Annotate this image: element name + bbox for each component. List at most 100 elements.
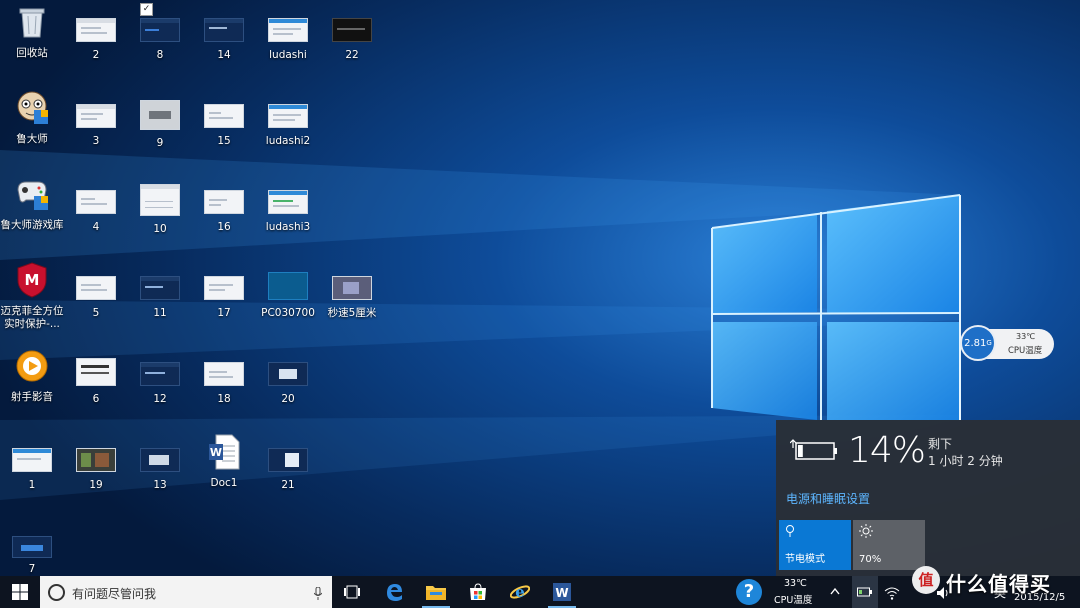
power-sleep-settings-link[interactable]: 电源和睡眠设置 (786, 490, 870, 507)
edge-browser-button[interactable] (374, 576, 414, 608)
watermark-text: 什么值得买 (946, 572, 1051, 596)
desktop-icon-label: 9 (156, 137, 164, 149)
show-hidden-icons-chevron-icon[interactable] (830, 584, 840, 598)
screenshot-thumbnail-icon (140, 362, 180, 386)
screenshot-thumbnail-icon (140, 100, 180, 130)
desktop-icon-file[interactable]: 14 (192, 0, 256, 80)
desktop-icon-ludashi[interactable]: 鲁大师 (0, 86, 64, 166)
desktop-icon-file[interactable]: ludashi (256, 0, 320, 80)
desktop-icon-mcafee[interactable]: M 迈克菲全方位 实时保护-... (0, 258, 64, 338)
desktop-icon-label: 17 (217, 307, 231, 319)
desktop-icon-file[interactable]: 13 (128, 430, 192, 510)
desktop-icon-label: ludashi (269, 49, 307, 61)
desktop-icon-file[interactable]: 1 (0, 430, 64, 510)
desktop-icon-label: 6 (92, 393, 100, 405)
desktop-icon-file[interactable]: 15 (192, 86, 256, 166)
battery-level-icon (789, 438, 838, 468)
desktop-icon-label: ludashi2 (265, 135, 311, 147)
task-view-icon (344, 585, 360, 599)
desktop-icon-label: 16 (217, 221, 231, 233)
photo-thumbnail-icon (76, 448, 116, 472)
desktop-icon-shooter-player[interactable]: 射手影音 (0, 344, 64, 424)
cpu-temperature-value: 33℃ (1016, 332, 1036, 341)
cpu-frequency-unit: G (986, 339, 992, 347)
tray-cpu-label: CPU温度 (774, 595, 813, 606)
cpu-frequency-gauge: 2.81 G (960, 325, 996, 361)
desktop-icon-file[interactable]: 20 (256, 344, 320, 424)
battery-saver-icon (785, 525, 795, 541)
desktop-icon-file[interactable]: ludashi3 (256, 172, 320, 252)
svg-text:W: W (555, 586, 568, 600)
microphone-icon[interactable] (313, 585, 323, 604)
desktop-icon-label: 鲁大师游戏库 (0, 219, 64, 231)
battery-flyout: 14% 剩下 1 小时 2 分钟 电源和睡眠设置 节电模式 70% (776, 420, 1080, 576)
tray-battery-button[interactable] (852, 576, 878, 608)
help-badge-icon: ? (736, 579, 762, 605)
word-icon: W (553, 583, 571, 601)
screenshot-thumbnail-icon (332, 18, 372, 42)
desktop-icon-file[interactable]: 8 (128, 0, 192, 80)
internet-explorer-button[interactable]: e (500, 576, 540, 608)
desktop-icon-ludashi-game[interactable]: 鲁大师游戏库 (0, 172, 64, 252)
screenshot-thumbnail-icon (76, 276, 116, 300)
word-button[interactable]: W (542, 576, 582, 608)
ie-icon: e (510, 583, 530, 601)
desktop-icon-file[interactable]: ludashi2 (256, 86, 320, 166)
desktop-icon-file[interactable]: 11 (128, 258, 192, 338)
tray-cpu-monitor[interactable]: ? 33℃ CPU温度 (732, 576, 832, 608)
desktop-icon-file[interactable]: 6 (64, 344, 128, 424)
screenshot-thumbnail-icon (204, 362, 244, 386)
desktop-icon-file[interactable]: 12 (128, 344, 192, 424)
desktop-icon-label: 射手影音 (11, 391, 53, 403)
word-document-icon: W (206, 434, 242, 470)
desktop-icon-label: 回收站 (16, 47, 48, 59)
screenshot-thumbnail-icon (12, 448, 52, 472)
brightness-toggle[interactable]: 70% (853, 520, 925, 570)
desktop-icon-label: 鲁大师 (16, 133, 48, 145)
desktop-icon-label: 12 (153, 393, 167, 405)
desktop-icon-file[interactable]: 7 (0, 516, 64, 576)
desktop-icon-label: 1 (28, 479, 36, 491)
screenshot-thumbnail-icon (76, 358, 116, 386)
desktop-icon-file[interactable]: 9 (128, 86, 192, 166)
store-button[interactable] (458, 576, 498, 608)
desktop-icon-file[interactable]: 21 (256, 430, 320, 510)
file-explorer-icon (426, 586, 446, 600)
desktop-icon-file[interactable]: 16 (192, 172, 256, 252)
desktop-icon-label: 15 (217, 135, 231, 147)
task-view-button[interactable] (332, 576, 372, 608)
desktop-icon-label: 10 (153, 223, 167, 235)
start-button[interactable] (0, 576, 40, 608)
desktop-icon-file[interactable]: 17 (192, 258, 256, 338)
file-explorer-button[interactable] (416, 576, 456, 608)
desktop-icon-label: 19 (89, 479, 103, 491)
desktop-icon-file[interactable]: 10 (128, 172, 192, 252)
screenshot-thumbnail-icon (76, 190, 116, 214)
desktop-icon-file[interactable]: 2 (64, 0, 128, 80)
desktop-icon-file[interactable]: 5 (64, 258, 128, 338)
desktop-icon-recycle-bin[interactable]: 回收站 (0, 0, 64, 80)
battery-saver-toggle[interactable]: 节电模式 (779, 520, 851, 570)
desktop-icon-file[interactable]: 18 (192, 344, 256, 424)
desktop-icon-label: 3 (92, 135, 100, 147)
desktop-icon-file[interactable]: 19 (64, 430, 128, 510)
desktop-icon-file[interactable]: 3 (64, 86, 128, 166)
screenshot-thumbnail-icon (204, 276, 244, 300)
desktop-icon-file[interactable]: 4 (64, 172, 128, 252)
desktop-icon-label: ludashi3 (265, 221, 311, 233)
cpu-monitor-widget[interactable]: 2.81 G 33℃ CPU温度 (960, 325, 1055, 363)
desktop-icon-word-doc[interactable]: W Doc1 (192, 430, 256, 510)
desktop-icon-video[interactable]: 秒速5厘米 (320, 258, 384, 338)
brightness-icon (859, 524, 873, 541)
desktop-icon-file[interactable]: 22 (320, 0, 384, 80)
svg-text:W: W (210, 446, 222, 459)
cortana-search-box[interactable]: 有问题尽管问我 (40, 576, 332, 608)
wifi-icon[interactable] (884, 585, 900, 604)
battery-remaining-time: 1 小时 2 分钟 (928, 454, 1003, 468)
screenshot-thumbnail-icon (268, 448, 308, 472)
cpu-temperature-label: CPU温度 (1008, 346, 1043, 356)
desktop-icon-label: 11 (153, 307, 167, 319)
desktop-icon-photo[interactable]: PC030700 (256, 258, 320, 338)
desktop-icon-label: 7 (28, 563, 36, 575)
gamepad-icon (14, 176, 50, 212)
